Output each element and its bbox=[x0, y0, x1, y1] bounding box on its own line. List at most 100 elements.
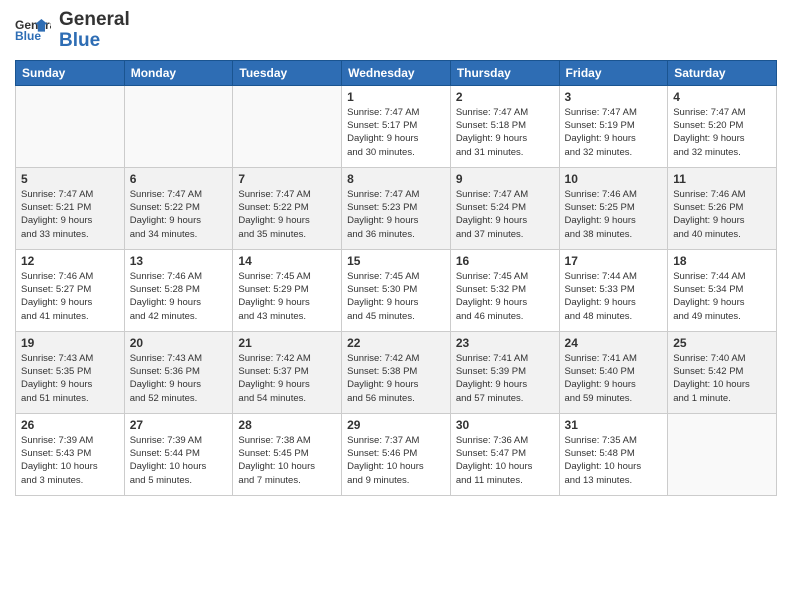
calendar-cell: 17 Sunrise: 7:44 AMSunset: 5:33 PMDayligh… bbox=[559, 249, 668, 331]
calendar-cell: 2Sunrise: 7:47 AMSunset: 5:18 PMDaylight… bbox=[450, 85, 559, 167]
day-info: Sunrise: 7:46 AMSunset: 5:28 PMDaylight:… bbox=[130, 270, 228, 323]
calendar-cell bbox=[16, 85, 125, 167]
calendar-cell: 3 Sunrise: 7:47 AMSunset: 5:19 PMDaylight… bbox=[559, 85, 668, 167]
day-number: 1 bbox=[347, 90, 445, 104]
calendar-cell: 15Sunrise: 7:45 AMSunset: 5:30 PMDayligh… bbox=[342, 249, 451, 331]
calendar-cell: 5 Sunrise: 7:47 AMSunset: 5:21 PMDaylight… bbox=[16, 167, 125, 249]
calendar-cell: 27 Sunrise: 7:39 AMSunset: 5:44 PMDayligh… bbox=[124, 413, 233, 495]
day-info: Sunrise: 7:44 AMSunset: 5:34 PMDaylight:… bbox=[673, 270, 771, 323]
calendar-week-row: 19Sunrise: 7:43 AMSunset: 5:35 PMDayligh… bbox=[16, 331, 777, 413]
day-info: Sunrise: 7:46 AMSunset: 5:25 PMDaylight:… bbox=[565, 188, 663, 241]
day-info: Sunrise: 7:45 AMSunset: 5:29 PMDaylight:… bbox=[238, 270, 336, 323]
day-info: Sunrise: 7:47 AMSunset: 5:18 PMDaylight:… bbox=[456, 106, 554, 159]
calendar-cell: 11 Sunrise: 7:46 AMSunset: 5:26 PMDayligh… bbox=[668, 167, 777, 249]
day-number: 17 bbox=[565, 254, 663, 268]
day-info: Sunrise: 7:47 AMSunset: 5:19 PMDaylight:… bbox=[565, 106, 663, 159]
day-info: Sunrise: 7:47 AMSunset: 5:22 PMDaylight:… bbox=[238, 188, 336, 241]
calendar-cell: 25 Sunrise: 7:40 AMSunset: 5:42 PMDayligh… bbox=[668, 331, 777, 413]
calendar-cell: 7 Sunrise: 7:47 AMSunset: 5:22 PMDaylight… bbox=[233, 167, 342, 249]
weekday-header: Tuesday bbox=[233, 60, 342, 85]
day-info: Sunrise: 7:47 AMSunset: 5:24 PMDaylight:… bbox=[456, 188, 554, 241]
day-info: Sunrise: 7:35 AMSunset: 5:48 PMDaylight:… bbox=[565, 434, 663, 487]
day-info: Sunrise: 7:46 AMSunset: 5:26 PMDaylight:… bbox=[673, 188, 771, 241]
day-number: 20 bbox=[130, 336, 228, 350]
day-number: 12 bbox=[21, 254, 119, 268]
calendar-week-row: 12Sunrise: 7:46 AMSunset: 5:27 PMDayligh… bbox=[16, 249, 777, 331]
day-number: 24 bbox=[565, 336, 663, 350]
day-number: 6 bbox=[130, 172, 228, 186]
day-number: 10 bbox=[565, 172, 663, 186]
logo: General Blue General Blue bbox=[15, 10, 130, 52]
calendar-cell: 24 Sunrise: 7:41 AMSunset: 5:40 PMDayligh… bbox=[559, 331, 668, 413]
day-info: Sunrise: 7:43 AMSunset: 5:36 PMDaylight:… bbox=[130, 352, 228, 405]
day-number: 21 bbox=[238, 336, 336, 350]
day-info: Sunrise: 7:42 AMSunset: 5:38 PMDaylight:… bbox=[347, 352, 445, 405]
svg-text:Blue: Blue bbox=[15, 29, 41, 43]
day-info: Sunrise: 7:47 AMSunset: 5:17 PMDaylight:… bbox=[347, 106, 445, 159]
day-number: 11 bbox=[673, 172, 771, 186]
day-number: 15 bbox=[347, 254, 445, 268]
calendar-cell: 21 Sunrise: 7:42 AMSunset: 5:37 PMDayligh… bbox=[233, 331, 342, 413]
calendar-cell bbox=[668, 413, 777, 495]
day-info: Sunrise: 7:36 AMSunset: 5:47 PMDaylight:… bbox=[456, 434, 554, 487]
day-number: 16 bbox=[456, 254, 554, 268]
day-number: 8 bbox=[347, 172, 445, 186]
day-number: 27 bbox=[130, 418, 228, 432]
calendar-week-row: 5 Sunrise: 7:47 AMSunset: 5:21 PMDaylight… bbox=[16, 167, 777, 249]
weekday-header: Monday bbox=[124, 60, 233, 85]
calendar-cell: 18 Sunrise: 7:44 AMSunset: 5:34 PMDayligh… bbox=[668, 249, 777, 331]
day-info: Sunrise: 7:41 AMSunset: 5:39 PMDaylight:… bbox=[456, 352, 554, 405]
day-info: Sunrise: 7:42 AMSunset: 5:37 PMDaylight:… bbox=[238, 352, 336, 405]
day-number: 3 bbox=[565, 90, 663, 104]
day-info: Sunrise: 7:44 AMSunset: 5:33 PMDaylight:… bbox=[565, 270, 663, 323]
day-info: Sunrise: 7:45 AMSunset: 5:32 PMDaylight:… bbox=[456, 270, 554, 323]
day-number: 25 bbox=[673, 336, 771, 350]
day-number: 23 bbox=[456, 336, 554, 350]
calendar-cell: 20 Sunrise: 7:43 AMSunset: 5:36 PMDayligh… bbox=[124, 331, 233, 413]
calendar-cell: 29Sunrise: 7:37 AMSunset: 5:46 PMDayligh… bbox=[342, 413, 451, 495]
day-number: 13 bbox=[130, 254, 228, 268]
day-number: 31 bbox=[565, 418, 663, 432]
calendar-cell bbox=[124, 85, 233, 167]
day-number: 4 bbox=[673, 90, 771, 104]
calendar-cell: 4 Sunrise: 7:47 AMSunset: 5:20 PMDaylight… bbox=[668, 85, 777, 167]
day-number: 7 bbox=[238, 172, 336, 186]
calendar-cell: 14Sunrise: 7:45 AMSunset: 5:29 PMDayligh… bbox=[233, 249, 342, 331]
logo-blue: Blue bbox=[59, 31, 130, 52]
header: General Blue General Blue bbox=[15, 10, 777, 52]
calendar-week-row: 26 Sunrise: 7:39 AMSunset: 5:43 PMDayligh… bbox=[16, 413, 777, 495]
day-info: Sunrise: 7:47 AMSunset: 5:23 PMDaylight:… bbox=[347, 188, 445, 241]
calendar-cell bbox=[233, 85, 342, 167]
day-info: Sunrise: 7:39 AMSunset: 5:44 PMDaylight:… bbox=[130, 434, 228, 487]
calendar-cell: 12Sunrise: 7:46 AMSunset: 5:27 PMDayligh… bbox=[16, 249, 125, 331]
weekday-header: Sunday bbox=[16, 60, 125, 85]
logo-general: General bbox=[59, 10, 130, 31]
day-number: 19 bbox=[21, 336, 119, 350]
calendar-cell: 26 Sunrise: 7:39 AMSunset: 5:43 PMDayligh… bbox=[16, 413, 125, 495]
day-number: 22 bbox=[347, 336, 445, 350]
calendar: SundayMondayTuesdayWednesdayThursdayFrid… bbox=[15, 60, 777, 496]
day-number: 28 bbox=[238, 418, 336, 432]
day-number: 30 bbox=[456, 418, 554, 432]
calendar-cell: 9 Sunrise: 7:47 AMSunset: 5:24 PMDaylight… bbox=[450, 167, 559, 249]
day-number: 9 bbox=[456, 172, 554, 186]
calendar-cell: 10 Sunrise: 7:46 AMSunset: 5:25 PMDayligh… bbox=[559, 167, 668, 249]
calendar-cell: 28 Sunrise: 7:38 AMSunset: 5:45 PMDayligh… bbox=[233, 413, 342, 495]
weekday-header: Saturday bbox=[668, 60, 777, 85]
page: General Blue General Blue SundayMondayTu… bbox=[0, 0, 792, 612]
day-info: Sunrise: 7:40 AMSunset: 5:42 PMDaylight:… bbox=[673, 352, 771, 405]
weekday-header: Thursday bbox=[450, 60, 559, 85]
day-number: 5 bbox=[21, 172, 119, 186]
day-number: 26 bbox=[21, 418, 119, 432]
calendar-cell: 16 Sunrise: 7:45 AMSunset: 5:32 PMDayligh… bbox=[450, 249, 559, 331]
calendar-cell: 6Sunrise: 7:47 AMSunset: 5:22 PMDaylight… bbox=[124, 167, 233, 249]
day-info: Sunrise: 7:38 AMSunset: 5:45 PMDaylight:… bbox=[238, 434, 336, 487]
day-info: Sunrise: 7:47 AMSunset: 5:20 PMDaylight:… bbox=[673, 106, 771, 159]
day-number: 18 bbox=[673, 254, 771, 268]
calendar-cell: 23 Sunrise: 7:41 AMSunset: 5:39 PMDayligh… bbox=[450, 331, 559, 413]
day-number: 29 bbox=[347, 418, 445, 432]
day-info: Sunrise: 7:39 AMSunset: 5:43 PMDaylight:… bbox=[21, 434, 119, 487]
day-info: Sunrise: 7:47 AMSunset: 5:21 PMDaylight:… bbox=[21, 188, 119, 241]
calendar-cell: 13 Sunrise: 7:46 AMSunset: 5:28 PMDayligh… bbox=[124, 249, 233, 331]
day-info: Sunrise: 7:41 AMSunset: 5:40 PMDaylight:… bbox=[565, 352, 663, 405]
